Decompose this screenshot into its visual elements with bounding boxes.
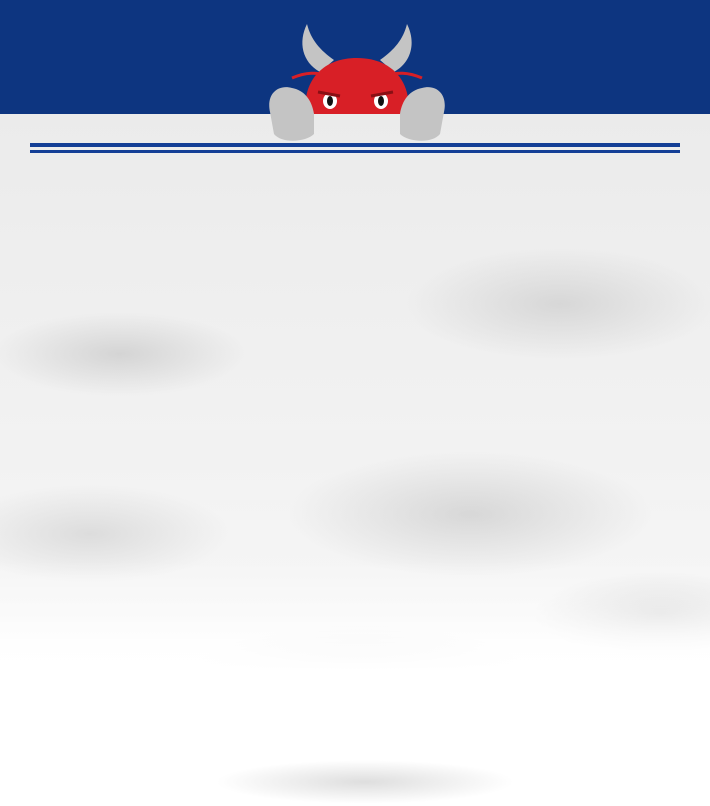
paper-fade (0, 560, 710, 690)
ground-shadow (215, 760, 515, 804)
bull-mascot-icon (269, 24, 445, 141)
page (0, 0, 710, 806)
